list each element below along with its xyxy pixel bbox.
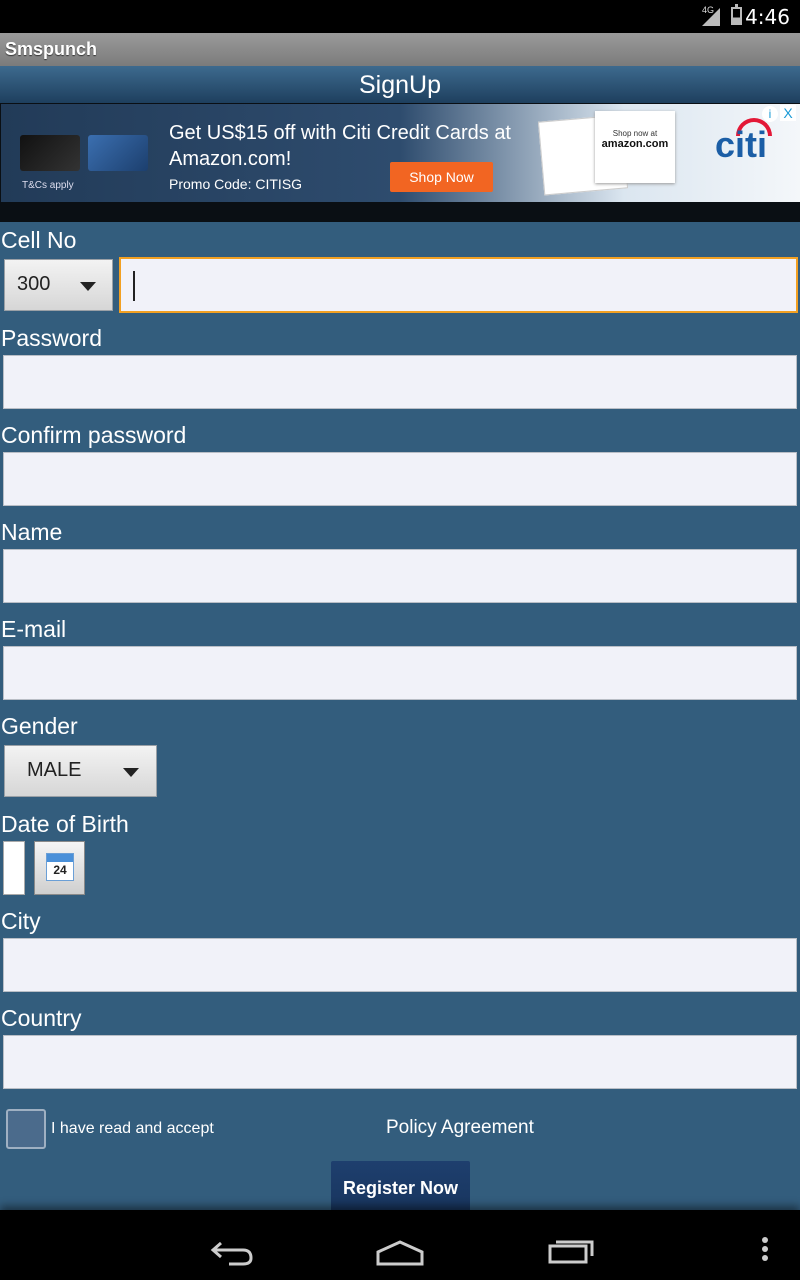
ad-terms: T&Cs apply bbox=[22, 180, 74, 191]
country-label: Country bbox=[1, 1005, 82, 1031]
status-time: 4:46 bbox=[745, 5, 790, 29]
city-label: City bbox=[1, 908, 41, 934]
battery-icon bbox=[731, 4, 742, 25]
cell-prefix-spinner[interactable]: 300 bbox=[4, 259, 113, 311]
password-label: Password bbox=[1, 325, 102, 351]
ad-info-icon[interactable]: i bbox=[762, 106, 778, 122]
calendar-header bbox=[47, 854, 73, 862]
shop-now-button[interactable]: Shop Now bbox=[390, 162, 493, 192]
credit-card-image bbox=[88, 135, 148, 171]
page-title: SignUp bbox=[359, 71, 441, 99]
confirm-password-input[interactable] bbox=[3, 452, 797, 506]
ad-container: T&Cs apply Get US$15 off with Citi Credi… bbox=[0, 103, 800, 222]
amazon-logo: amazon.com bbox=[601, 138, 669, 150]
action-bar: Smspunch bbox=[0, 33, 800, 66]
name-label: Name bbox=[1, 519, 63, 545]
register-button[interactable]: Register Now bbox=[331, 1161, 470, 1213]
status-bar: 4G 4:46 bbox=[0, 0, 800, 33]
confirm-password-label: Confirm password bbox=[1, 422, 187, 448]
accept-checkbox[interactable] bbox=[6, 1109, 46, 1149]
dob-input[interactable] bbox=[3, 841, 25, 895]
email-input[interactable] bbox=[3, 646, 797, 700]
chevron-down-icon bbox=[123, 768, 139, 777]
cell-number-input[interactable] bbox=[119, 257, 798, 313]
password-input[interactable] bbox=[3, 355, 797, 409]
calendar-day: 24 bbox=[53, 863, 67, 877]
calendar-icon: 24 bbox=[46, 853, 74, 881]
gender-label: Gender bbox=[1, 713, 78, 739]
email-label: E-mail bbox=[1, 616, 67, 642]
ad-close-icon[interactable]: X bbox=[780, 105, 796, 121]
recent-apps-icon[interactable] bbox=[546, 1230, 596, 1266]
navigation-bar bbox=[0, 1210, 800, 1280]
city-input[interactable] bbox=[3, 938, 797, 992]
date-picker-button[interactable]: 24 bbox=[34, 841, 85, 895]
back-icon[interactable] bbox=[205, 1230, 255, 1266]
policy-agreement-link[interactable]: Policy Agreement bbox=[386, 1117, 534, 1139]
signal-icon bbox=[702, 8, 720, 26]
amazon-badge-text: Shop now at bbox=[612, 129, 658, 138]
overflow-menu-icon[interactable] bbox=[762, 1237, 768, 1264]
app-title: Smspunch bbox=[5, 39, 98, 59]
text-cursor bbox=[133, 271, 135, 301]
accept-label: I have read and accept bbox=[51, 1120, 214, 1137]
credit-card-image bbox=[20, 135, 80, 171]
cell-no-label: Cell No bbox=[1, 227, 77, 253]
amazon-badge: Shop now at amazon.com bbox=[595, 111, 675, 183]
citi-logo: citi bbox=[715, 124, 768, 165]
gender-value: MALE bbox=[27, 759, 82, 781]
ad-banner[interactable]: T&Cs apply Get US$15 off with Citi Credi… bbox=[1, 104, 800, 202]
ad-promo-code: Promo Code: CITISG bbox=[169, 176, 303, 192]
home-icon[interactable] bbox=[374, 1230, 426, 1266]
page-header: SignUp bbox=[0, 66, 800, 103]
cell-prefix-value: 300 bbox=[17, 273, 51, 295]
chevron-down-icon bbox=[80, 282, 96, 291]
country-input[interactable] bbox=[3, 1035, 797, 1089]
name-input[interactable] bbox=[3, 549, 797, 603]
gender-spinner[interactable]: MALE bbox=[4, 745, 157, 797]
dob-label: Date of Birth bbox=[1, 811, 129, 837]
